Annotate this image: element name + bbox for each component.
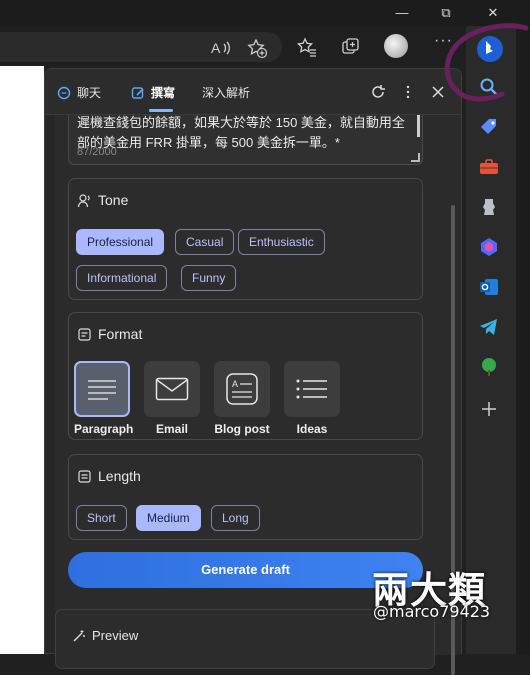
tab-compose[interactable]: 撰寫 xyxy=(131,84,175,101)
tab-insights[interactable]: 深入解析 xyxy=(202,84,250,101)
games-icon[interactable] xyxy=(478,196,500,218)
tab-label: 聊天 xyxy=(77,86,102,100)
webpage-content xyxy=(0,66,44,654)
bing-copilot-icon[interactable] xyxy=(475,34,505,64)
format-title: Format xyxy=(77,326,142,342)
magic-wand-icon xyxy=(73,629,85,641)
tone-card: Tone Professional Casual Enthusiastic In… xyxy=(68,178,423,300)
address-bar[interactable] xyxy=(0,32,282,62)
tone-icon xyxy=(77,193,90,207)
collections-icon[interactable] xyxy=(340,36,362,58)
char-count: 87/2000 xyxy=(77,146,117,158)
search-icon[interactable] xyxy=(478,76,500,98)
length-label: Length xyxy=(98,468,141,484)
active-tab-indicator xyxy=(149,109,173,112)
tone-label: Tone xyxy=(98,192,129,208)
browser-toolbar: A ··· xyxy=(0,26,466,66)
panel-header: 聊天 撰寫 深入解析 xyxy=(45,69,461,115)
length-card: Length Short Medium Long xyxy=(68,454,423,540)
tree-icon[interactable] xyxy=(478,356,500,378)
format-ideas-option[interactable]: Ideas xyxy=(284,361,340,436)
blog-post-icon: A xyxy=(214,361,270,417)
microsoft-365-icon[interactable] xyxy=(478,236,500,258)
format-option-label: Blog post xyxy=(214,422,270,436)
minimize-button[interactable]: — xyxy=(390,4,414,22)
window-title-bar: — ⧉ ✕ xyxy=(0,0,530,26)
length-short-chip[interactable]: Short xyxy=(76,505,127,531)
tone-casual-chip[interactable]: Casual xyxy=(175,229,235,255)
format-option-label: Paragraph xyxy=(74,422,134,436)
watermark-handle: @marco79423 xyxy=(373,602,491,621)
tab-chat[interactable]: 聊天 xyxy=(57,84,101,101)
refresh-icon[interactable] xyxy=(369,83,387,101)
outlook-icon[interactable] xyxy=(478,276,500,298)
length-long-chip[interactable]: Long xyxy=(211,505,260,531)
close-window-button[interactable]: ✕ xyxy=(481,4,505,22)
format-option-label: Email xyxy=(155,422,188,436)
format-option-label: Ideas xyxy=(296,422,328,436)
preview-title: Preview xyxy=(72,628,138,643)
length-icon xyxy=(78,469,91,483)
compose-textarea[interactable]: 遲機查錢包的餘額，如果大於等於 150 美金，就自動用全部的美金用 FRR 掛單… xyxy=(68,115,423,165)
more-icon[interactable]: ··· xyxy=(434,32,453,50)
format-icon xyxy=(78,327,91,341)
format-card: Format Paragraph Email A Blog post Ideas xyxy=(68,312,423,440)
preview-label: Preview xyxy=(92,628,139,643)
chat-icon xyxy=(57,86,71,99)
generate-draft-button[interactable]: Generate draft xyxy=(68,552,423,588)
restore-button[interactable]: ⧉ xyxy=(434,4,458,22)
favorites-icon[interactable] xyxy=(296,36,318,58)
tone-informational-chip[interactable]: Informational xyxy=(76,265,168,291)
email-icon xyxy=(144,361,200,417)
compose-icon xyxy=(131,86,144,99)
add-icon[interactable] xyxy=(478,398,500,420)
read-aloud-icon[interactable]: A xyxy=(210,37,232,59)
tone-title: Tone xyxy=(77,192,128,208)
close-icon[interactable] xyxy=(429,83,447,101)
telegram-icon[interactable] xyxy=(478,316,500,338)
tab-label: 深入解析 xyxy=(202,86,251,100)
more-options-icon[interactable] xyxy=(399,83,417,101)
format-label: Format xyxy=(98,326,143,342)
rail-scrollbar[interactable] xyxy=(516,26,530,654)
add-favorite-icon[interactable] xyxy=(246,37,268,59)
svg-text:A: A xyxy=(211,40,221,56)
tone-enthusiastic-chip[interactable]: Enthusiastic xyxy=(238,229,325,255)
tone-professional-chip[interactable]: Professional xyxy=(76,229,165,255)
tab-label: 撰寫 xyxy=(151,86,176,100)
tools-icon[interactable] xyxy=(478,156,500,178)
format-paragraph-option[interactable]: Paragraph xyxy=(74,361,134,436)
compose-text: 遲機查錢包的餘額，如果大於等於 150 美金，就自動用全部的美金用 FRR 掛單… xyxy=(77,115,405,150)
length-title: Length xyxy=(77,468,141,484)
tone-funny-chip[interactable]: Funny xyxy=(181,265,237,291)
svg-text:A: A xyxy=(232,379,238,389)
shopping-tag-icon[interactable] xyxy=(478,116,500,138)
paragraph-icon xyxy=(74,361,130,417)
textarea-scrollbar[interactable] xyxy=(417,115,420,137)
length-medium-chip[interactable]: Medium xyxy=(136,505,201,531)
resize-handle[interactable] xyxy=(411,153,420,162)
format-blog-post-option[interactable]: A Blog post xyxy=(214,361,270,436)
ideas-list-icon xyxy=(284,361,340,417)
profile-avatar[interactable] xyxy=(384,34,408,58)
format-email-option[interactable]: Email xyxy=(144,361,200,436)
